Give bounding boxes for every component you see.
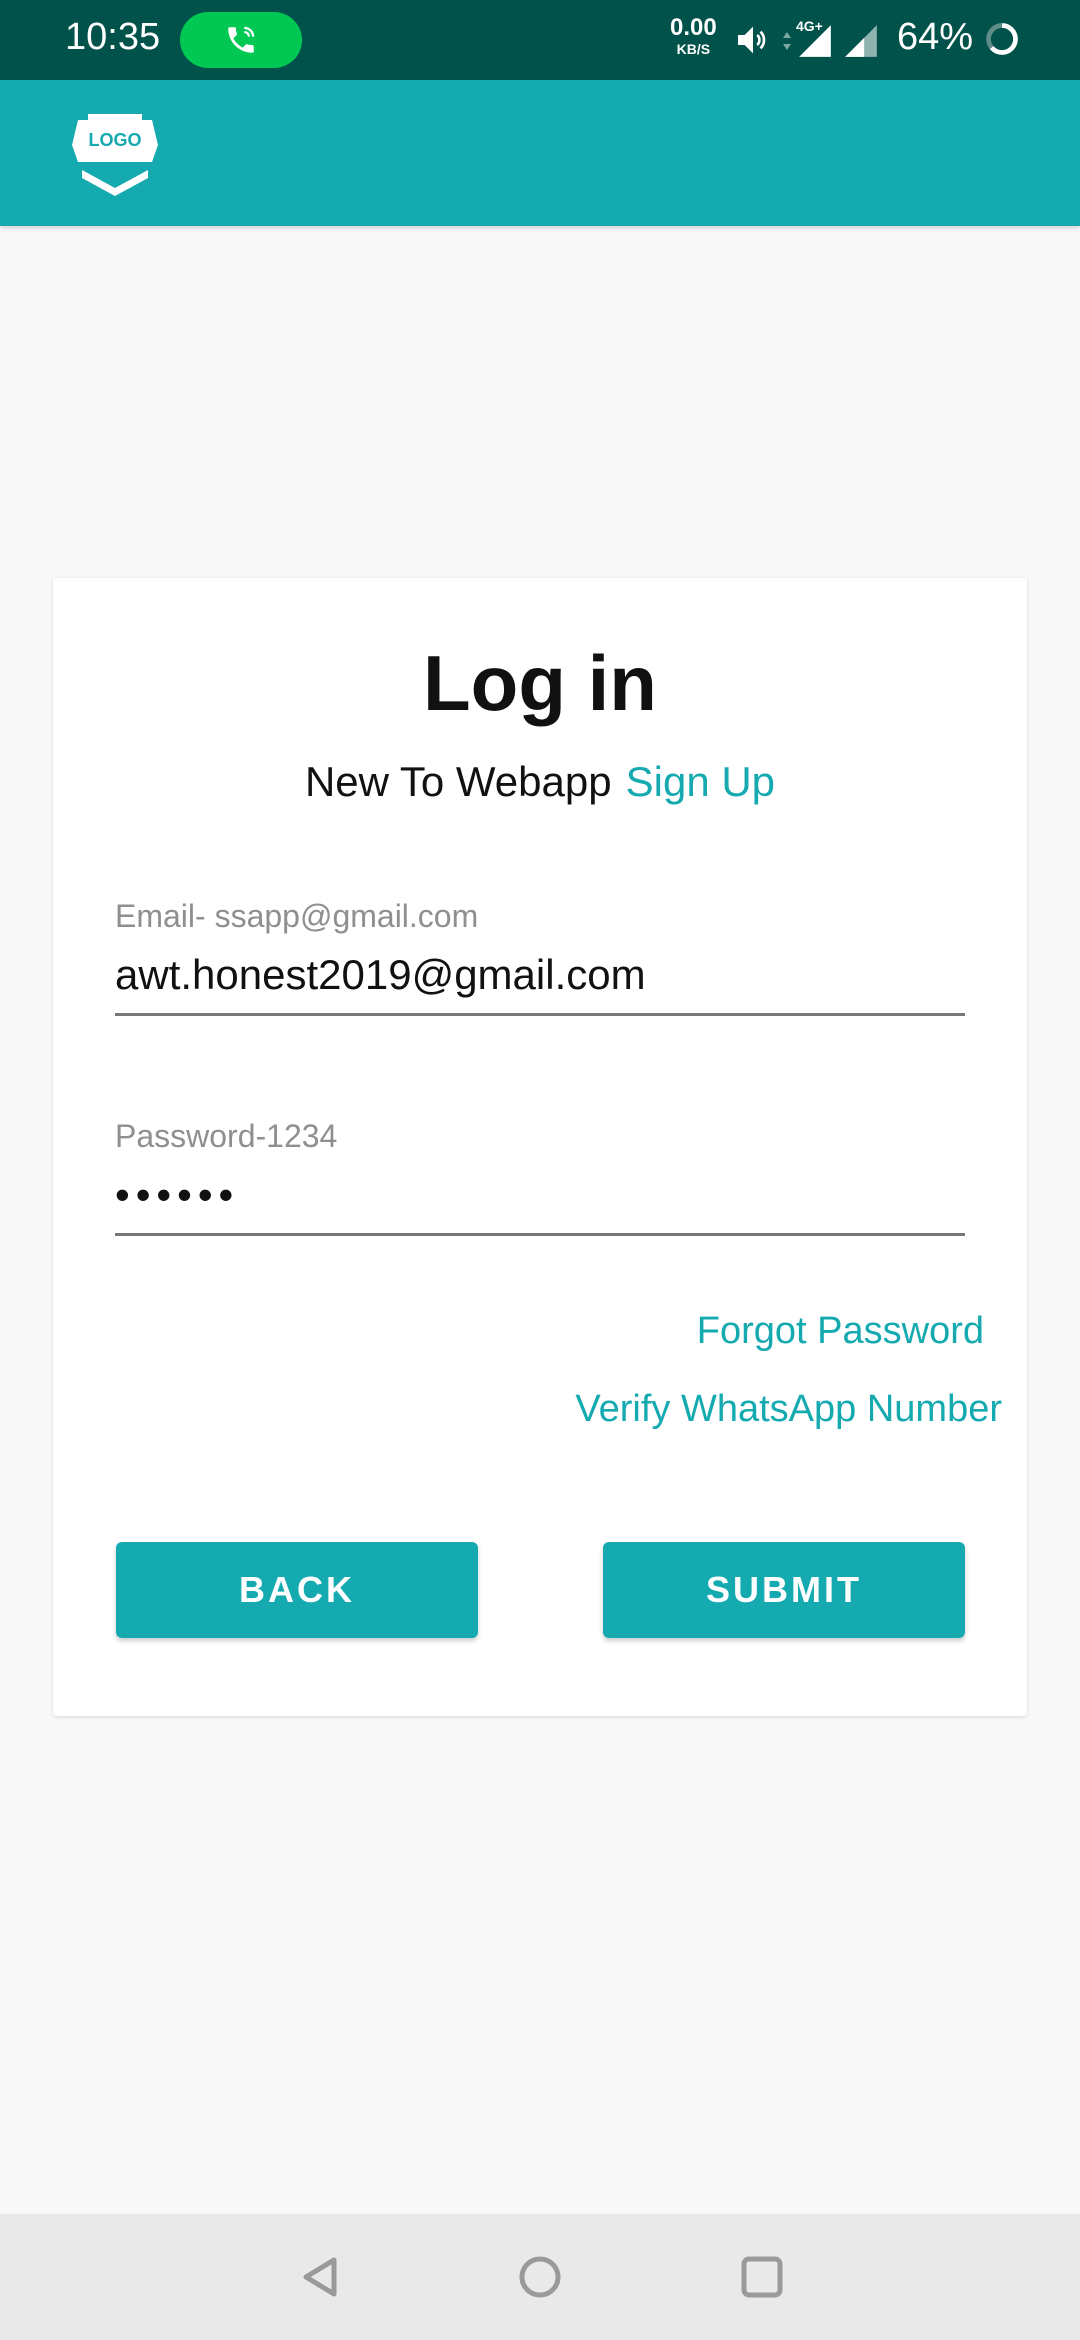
password-field[interactable]: Password-1234 •••••• [115,1118,965,1236]
forgot-password-link[interactable]: Forgot Password [697,1310,984,1353]
ongoing-call-pill[interactable] [180,12,302,68]
email-field[interactable]: Email- ssapp@gmail.com awt.honest2019@gm… [115,898,965,1016]
battery-icon [986,23,1018,55]
email-input[interactable]: awt.honest2019@gmail.com [115,949,965,1016]
login-card: Log in New To Webapp Sign Up Email- ssapp… [53,578,1027,1716]
logo-text: LOGO [88,130,142,150]
status-time: 10:35 [65,16,161,58]
system-nav-bar [0,2214,1080,2340]
signup-prompt-text: New To Webapp [304,758,612,805]
password-label: Password-1234 [115,1118,338,1154]
verify-whatsapp-link[interactable]: Verify WhatsApp Number [575,1388,1002,1431]
submit-button[interactable]: SUBMIT [603,1542,965,1638]
logo-icon [72,114,158,196]
app-logo[interactable]: LOGO [68,110,162,200]
recents-nav-icon[interactable] [737,2252,787,2302]
network-speed: 0.00 KB/S [670,14,717,57]
home-nav-icon[interactable] [515,2252,565,2302]
signal-icon [799,25,831,57]
email-label: Email- ssapp@gmail.com [115,898,479,934]
signup-link[interactable]: Sign Up [626,758,775,805]
data-arrows-icon [782,22,791,57]
battery-percent: 64% [897,16,974,58]
status-bar: 10:35 0.00 KB/S 4G+ 64% [0,0,1080,80]
back-button[interactable]: BACK [116,1542,478,1638]
page-title: Log in [423,639,657,727]
password-input[interactable]: •••••• [115,1169,965,1236]
app-bar: LOGO [0,80,1080,226]
volume-icon [738,26,766,54]
signup-prompt-row: New To Webapp Sign Up [53,758,1027,806]
signal-icon-2 [845,25,877,57]
call-icon [228,26,255,53]
back-nav-icon[interactable] [296,2252,346,2302]
